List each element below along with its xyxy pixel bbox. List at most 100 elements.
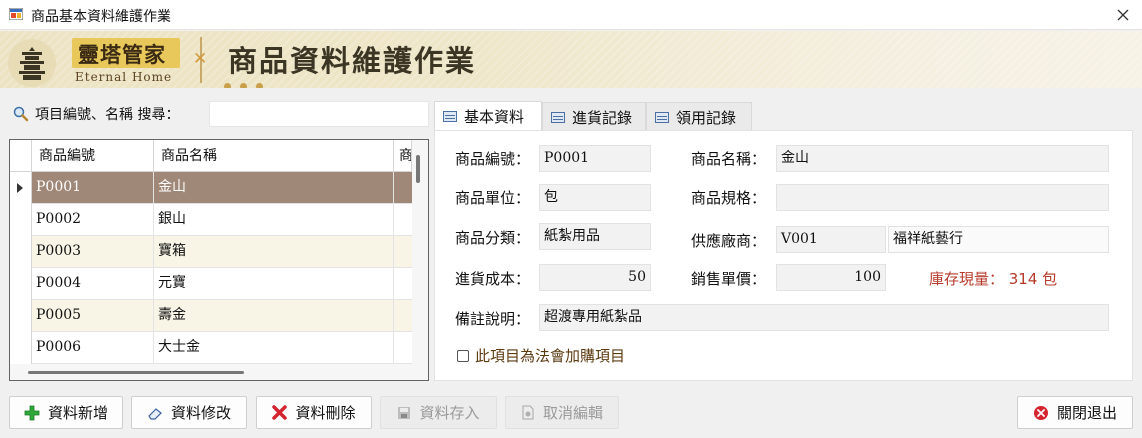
spec-field[interactable] — [776, 184, 1109, 211]
dots-ornament — [224, 78, 272, 88]
close-icon — [1117, 9, 1129, 21]
edit-button[interactable]: 資料修改 — [131, 396, 247, 429]
plus-icon — [24, 405, 40, 421]
close-exit-button-label: 關閉退出 — [1056, 404, 1117, 422]
code-label: 商品編號： — [455, 150, 531, 168]
grid-header: 商品編號 商品名稱 商 — [10, 140, 428, 172]
search-label-text: 項目編號、名稱 搜尋： — [35, 107, 180, 123]
code-field[interactable]: P0001 — [539, 145, 651, 172]
grid-vertical-scrollbar[interactable] — [412, 140, 428, 364]
price-label: 銷售單價： — [691, 270, 767, 288]
cross-ornament-icon: ✕ — [193, 49, 208, 69]
category-field[interactable]: 紙紮用品 — [539, 223, 651, 250]
stock-quantity: 庫存現量： 314 包 — [929, 270, 1058, 288]
grid-horizontal-scroll-thumb[interactable] — [28, 371, 244, 374]
cell-code[interactable]: P0001 — [32, 172, 154, 203]
cancel-doc-icon — [521, 405, 535, 420]
unit-label: 商品單位： — [455, 189, 531, 207]
spec-label: 商品規格： — [691, 189, 767, 207]
logo-subtitle: Eternal Home — [75, 70, 173, 84]
table-icon — [655, 111, 669, 123]
table-icon — [443, 111, 457, 122]
cell-more[interactable] — [394, 172, 412, 203]
cost-field[interactable]: 50 — [539, 264, 651, 291]
row-selector[interactable] — [10, 332, 32, 364]
table-row[interactable]: P0002 銀山 — [10, 204, 412, 236]
cell-name[interactable]: 銀山 — [154, 204, 394, 235]
product-grid[interactable]: 商品編號 商品名稱 商 P0001 金山 P0002 銀山 P0003 寶箱 P0004 元寶… — [9, 139, 429, 381]
add-button-label: 資料新增 — [47, 404, 108, 422]
cell-name[interactable]: 元寶 — [154, 268, 394, 299]
row-selector[interactable] — [10, 300, 32, 332]
addon-checkbox-row[interactable]: 此項目為法會加購項目 — [457, 345, 625, 366]
delete-button-label: 資料刪除 — [295, 404, 356, 422]
column-header-more[interactable]: 商 — [394, 140, 412, 172]
name-field[interactable]: 金山 — [776, 145, 1109, 172]
row-selector[interactable] — [10, 172, 32, 204]
save-disk-icon — [397, 406, 411, 420]
row-selector[interactable] — [10, 204, 32, 236]
unit-field[interactable]: 包 — [539, 184, 651, 211]
app-icon — [9, 8, 23, 20]
pagoda-emblem — [8, 39, 56, 87]
remark-label: 備註說明： — [455, 310, 531, 328]
cell-name[interactable]: 寶箱 — [154, 236, 394, 267]
row-selector[interactable] — [10, 236, 32, 268]
cell-name[interactable]: 大士金 — [154, 332, 394, 363]
search-label: 項目編號、名稱 搜尋： — [13, 104, 179, 124]
search-input[interactable] — [209, 101, 429, 127]
cancel-edit-button-label: 取消編輯 — [542, 404, 603, 422]
tab-purchase-records[interactable]: 進貨記錄 — [542, 102, 646, 131]
cell-more[interactable] — [394, 300, 412, 331]
supplier-name-field[interactable]: 福祥紙藝行 — [888, 226, 1109, 253]
table-row[interactable]: P0001 金山 — [10, 172, 412, 204]
delete-button[interactable]: 資料刪除 — [256, 396, 372, 429]
row-selector[interactable] — [10, 268, 32, 300]
table-row[interactable]: P0004 元寶 — [10, 268, 412, 300]
cell-code[interactable]: P0006 — [32, 332, 154, 363]
remark-field[interactable]: 超渡專用紙紮品 — [539, 304, 1109, 331]
pagoda-icon — [19, 47, 45, 80]
add-button[interactable]: 資料新增 — [9, 396, 123, 429]
column-header-code[interactable]: 商品編號 — [32, 140, 154, 172]
tab-basic-info[interactable]: 基本資料 — [434, 101, 542, 131]
save-button[interactable]: 資料存入 — [380, 396, 497, 429]
title-bar: 商品基本資料維護作業 — [0, 0, 1142, 30]
cancel-edit-button[interactable]: 取消編輯 — [505, 396, 619, 429]
supplier-label: 供應廠商： — [691, 232, 767, 250]
cell-name[interactable]: 金山 — [154, 172, 394, 203]
addon-checkbox-label: 此項目為法會加購項目 — [475, 347, 626, 365]
cell-code[interactable]: P0004 — [32, 268, 154, 299]
table-icon — [551, 111, 565, 123]
cell-code[interactable]: P0005 — [32, 300, 154, 331]
cell-name[interactable]: 壽金 — [154, 300, 394, 331]
logo-text: 靈塔管家 — [78, 42, 166, 67]
current-row-arrow-icon — [17, 183, 23, 193]
delete-x-icon — [272, 405, 288, 420]
cost-label: 進貨成本： — [455, 270, 531, 288]
tab-usage-records[interactable]: 領用記錄 — [646, 102, 752, 131]
table-row[interactable]: P0006 大士金 — [10, 332, 412, 364]
table-row[interactable]: P0003 寶箱 — [10, 236, 412, 268]
addon-checkbox[interactable] — [457, 349, 469, 362]
window-title: 商品基本資料維護作業 — [31, 9, 171, 25]
grid-vertical-scroll-thumb[interactable] — [416, 155, 420, 183]
grid-corner — [10, 140, 32, 172]
table-row[interactable]: P0005 壽金 — [10, 300, 412, 332]
close-circle-icon — [1033, 405, 1049, 421]
cell-code[interactable]: P0003 — [32, 236, 154, 267]
cell-more[interactable] — [394, 236, 412, 267]
close-window-button[interactable] — [1110, 2, 1136, 28]
edit-button-label: 資料修改 — [170, 404, 231, 422]
column-header-name[interactable]: 商品名稱 — [154, 140, 394, 172]
cell-more[interactable] — [394, 268, 412, 299]
category-label: 商品分類： — [455, 229, 531, 247]
supplier-code-field[interactable]: V001 — [776, 226, 886, 253]
page-heading: 商品資料維護作業 — [228, 44, 477, 78]
price-field[interactable]: 100 — [776, 264, 886, 291]
close-exit-button[interactable]: 關閉退出 — [1017, 396, 1133, 429]
cell-more[interactable] — [394, 204, 412, 235]
cell-code[interactable]: P0002 — [32, 204, 154, 235]
cell-more[interactable] — [394, 332, 412, 363]
search-icon — [13, 106, 29, 122]
